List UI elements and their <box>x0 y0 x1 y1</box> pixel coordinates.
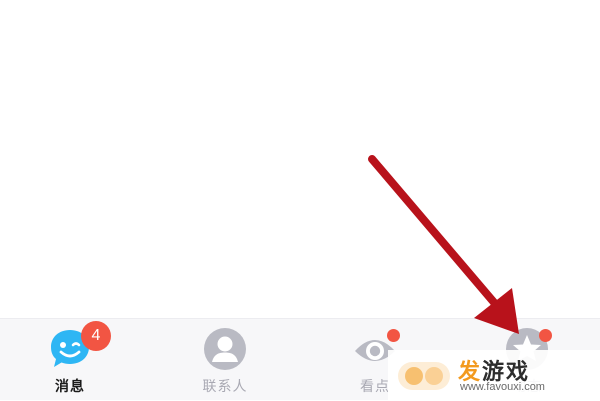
tab-contacts[interactable]: 联系人 <box>165 319 285 401</box>
moments-new-dot <box>539 329 552 342</box>
watermark-logo-icon <box>396 356 452 398</box>
main-content-area <box>0 0 600 318</box>
tab-messages-label: 消息 <box>55 379 85 395</box>
app-screen: 4 消息 联系人 看点 发游戏 www.favouxi.com <box>0 0 600 400</box>
unread-count-badge: 4 <box>81 321 111 351</box>
tab-messages[interactable]: 4 消息 <box>10 319 130 401</box>
watermark-url: www.favouxi.com <box>460 381 545 393</box>
site-watermark: 发游戏 www.favouxi.com <box>388 350 600 400</box>
chat-bubble-face-icon: 4 <box>48 321 111 371</box>
discover-new-dot <box>387 329 400 342</box>
contacts-person-icon <box>203 327 247 371</box>
tab-contacts-label: 联系人 <box>202 379 248 395</box>
